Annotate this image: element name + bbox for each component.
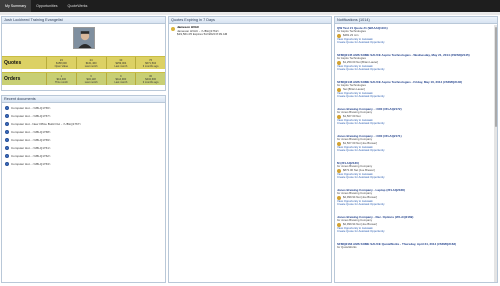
document-label: Computer Hut - <UBLQ1763> xyxy=(11,162,51,166)
document-icon xyxy=(5,146,9,150)
notifications-scrollbar[interactable] xyxy=(494,25,497,282)
document-label: Computer Hut - <UBLQ1767> xyxy=(11,114,51,118)
user-summary-panel: Josh Lockheed Training Evangelist Quotes… xyxy=(1,16,166,91)
expiring-quote-item[interactable]: Jameson HVAC Jameson HVAC - <UBLQ1762> $… xyxy=(171,25,228,37)
notification-item: SFMQ2146 AMS SOME SAUCE Aspire Technolog… xyxy=(337,80,492,99)
create-quote-link[interactable]: Create Quote for Autotask Opportunity xyxy=(337,121,492,126)
orders-cell[interactable]: 9 $114,900 Last month xyxy=(105,73,136,85)
quotes-cell[interactable]: 23 $158,000 Open Value xyxy=(46,57,76,69)
document-link[interactable]: Computer Hut - <UBLQ1763> xyxy=(5,162,51,166)
document-link[interactable]: Computer Hut - <UBLQ1761> xyxy=(5,146,51,150)
notifications-title: Notifications (1014) xyxy=(335,17,497,24)
top-nav: My Summary Opportunities QuoteWerks xyxy=(0,0,500,12)
user-name-title: Josh Lockheed Training Evangelist xyxy=(2,17,165,24)
orders-metrics-row: Orders 1 $13,400 This month 6 $34,118 Last m… xyxy=(2,72,165,85)
notification-item: SFMQ2163 AMS SOME SAUCE QuoteWorks - Thu… xyxy=(337,242,492,250)
document-icon xyxy=(5,154,9,158)
quotes-label: Quotes xyxy=(4,60,22,66)
tab-opportunities[interactable]: Opportunities xyxy=(31,0,62,12)
metric-period: This month xyxy=(54,80,68,84)
document-icon xyxy=(5,162,9,166)
create-quote-link[interactable]: Create Quote for Autotask Opportunity xyxy=(337,67,492,72)
document-link[interactable]: Computer Hut - <UBLQ1768> xyxy=(5,130,51,134)
create-quote-link[interactable]: Create Quote for Autotask Opportunity xyxy=(337,202,492,207)
notification-item: Jones Brewing Company - Rec. Options (#F… xyxy=(337,215,492,234)
document-icon xyxy=(5,114,9,118)
document-link[interactable]: Computer Hut - New Office Build Out - <U… xyxy=(5,122,81,126)
document-icon xyxy=(5,106,9,110)
quote-icon xyxy=(171,26,175,31)
document-label: Computer Hut - <UBLQ1769> xyxy=(11,138,51,142)
document-link[interactable]: Computer Hut - <UBLQ1767> xyxy=(5,114,51,118)
document-label: Computer Hut - New Office Build Out - <U… xyxy=(11,122,82,126)
document-label: Computer Hut - <UBLQ1762> xyxy=(11,154,51,158)
document-label: Computer Hut - <UBLQ1766> xyxy=(11,106,51,110)
document-label: Computer Hut - <UBLQ1761> xyxy=(11,146,51,150)
quotes-cell[interactable]: 33 $259,004 Last month xyxy=(105,57,136,69)
orders-label: Orders xyxy=(4,76,21,82)
metric-period: Last month xyxy=(84,64,98,68)
quotes-expiring-panel: Quotes Expiring in 7 Days Jameson HVAC J… xyxy=(168,16,332,283)
document-link[interactable]: Computer Hut - <UBLQ1762> xyxy=(5,154,51,158)
metric-period: Last month xyxy=(114,64,128,68)
tab-my-summary[interactable]: My Summary xyxy=(0,0,32,12)
avatar xyxy=(73,27,95,49)
metric-period: Open Value xyxy=(54,64,69,68)
top-gap xyxy=(0,12,500,15)
notification-item: SFMQ2145 AMS SOME SAUCE Aspire Technolog… xyxy=(337,53,492,72)
create-quote-link[interactable]: Create Quote for Autotask Opportunity xyxy=(337,229,492,234)
tab-quotewerks[interactable]: QuoteWerks xyxy=(63,0,93,12)
document-link[interactable]: Computer Hut - <UBLQ1766> xyxy=(5,106,51,110)
quotes-cell[interactable]: 76 $671,504 3 months ago xyxy=(135,57,165,69)
quote-amount-expiry: $19,561.05 Expires 5/2/2020 8:39 AM xyxy=(177,32,228,37)
orders-cell[interactable]: 6 $34,118 Last month xyxy=(75,73,106,85)
notification-item: Jones Brewing Company - <000 (#FLAQ2172)… xyxy=(337,107,492,126)
notifications-panel: Notifications (1014) QW Test #1 Quote #1… xyxy=(334,16,498,283)
metric-period: 3 months ago xyxy=(142,64,159,68)
create-quote-link[interactable]: Create Quote for Autotask Opportunity xyxy=(337,94,492,99)
metric-period: 3 months ago xyxy=(142,80,159,84)
quotes-metrics-row: Quotes 23 $158,000 Open Value 24 $161,460 La… xyxy=(2,56,165,69)
scrollbar-thumb[interactable] xyxy=(494,27,497,127)
create-quote-link[interactable]: Create Quote for Autotask Opportunity xyxy=(337,148,492,153)
metric-period: Last month xyxy=(84,80,98,84)
document-icon xyxy=(5,130,9,134)
notification-item: Jones Brewing Company - Laptop (#FLAQ216… xyxy=(337,188,492,207)
document-icon xyxy=(5,122,9,126)
user-photo-icon xyxy=(74,28,94,48)
orders-cell[interactable]: 30 $434,600 3 months ago xyxy=(135,73,165,85)
notification-item: M (#FLAQ2130) for Jones Brewing Company … xyxy=(337,161,492,180)
document-link[interactable]: Computer Hut - <UBLQ1769> xyxy=(5,138,51,142)
metric-period: Last month xyxy=(114,80,128,84)
create-quote-link[interactable]: Create Quote for Autotask Opportunity xyxy=(337,40,492,45)
recent-documents-title: Recent documents xyxy=(2,96,165,103)
create-quote-link[interactable]: Create Quote for Autotask Opportunity xyxy=(337,175,492,180)
orders-cell[interactable]: 1 $13,400 This month xyxy=(46,73,76,85)
recent-documents-panel: Recent documents Computer Hut - <UBLQ176… xyxy=(1,95,166,283)
notification-company: for QuoteWorks xyxy=(337,245,357,249)
notification-item: QW Test #1 Quote #1 (WAAAQ1101) for Aspi… xyxy=(337,26,492,45)
quotes-cell[interactable]: 24 $161,460 Last month xyxy=(75,57,106,69)
document-icon xyxy=(5,138,9,142)
quotes-expiring-title: Quotes Expiring in 7 Days xyxy=(169,17,331,24)
notification-item: Jones Brewing Company - <000 (#FLAQ2171)… xyxy=(337,134,492,153)
document-label: Computer Hut - <UBLQ1768> xyxy=(11,130,51,134)
